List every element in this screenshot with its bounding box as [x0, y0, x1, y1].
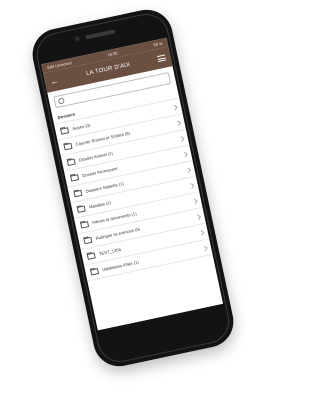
- folder-icon: [86, 251, 96, 260]
- chevron-right-icon: [171, 104, 177, 110]
- chevron-right-icon: [185, 167, 191, 173]
- chevron-right-icon: [181, 151, 187, 157]
- page-title: LA TOUR D'AIX: [85, 61, 131, 78]
- folder-icon: [69, 173, 80, 182]
- chevron-right-icon: [175, 120, 181, 126]
- phone-device: SIM Unlocked 16:30 59 % ← LA TOUR D'AIX …: [27, 4, 239, 372]
- folder-icon: [60, 126, 70, 135]
- chevron-right-icon: [195, 214, 201, 220]
- back-arrow-icon[interactable]: ←: [49, 75, 60, 87]
- folder-icon: [76, 204, 86, 213]
- chevron-right-icon: [188, 182, 194, 188]
- chevron-right-icon: [198, 229, 204, 235]
- folder-icon: [83, 236, 93, 244]
- hamburger-menu-icon[interactable]: [157, 54, 167, 62]
- app-screen: SIM Unlocked 16:30 59 % ← LA TOUR D'AIX …: [41, 37, 224, 331]
- folder-icon: [63, 142, 73, 150]
- folder-icon: [89, 267, 100, 276]
- folder-icon: [73, 189, 83, 197]
- battery-label: 59 %: [153, 40, 164, 48]
- search-icon: [57, 97, 65, 105]
- folder-icon: [79, 220, 90, 229]
- chevron-right-icon: [191, 198, 197, 204]
- chevron-right-icon: [201, 245, 207, 251]
- time-label: 16:30: [107, 50, 118, 58]
- folder-icon: [66, 158, 76, 166]
- chevron-right-icon: [178, 136, 184, 141]
